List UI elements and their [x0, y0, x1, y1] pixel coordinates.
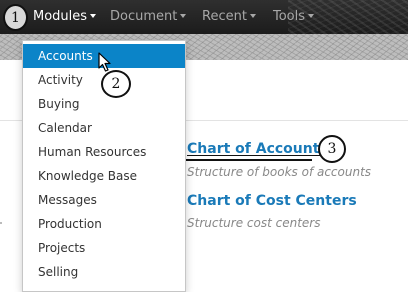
chart-of-cost-centers-link[interactable]: Chart of Cost Centers — [187, 193, 357, 209]
chevron-down-icon — [308, 14, 315, 18]
chart-of-accounts-description: Structure of books of accounts — [187, 165, 372, 179]
chevron-down-icon — [249, 14, 256, 18]
menu-item-production[interactable]: Production — [23, 212, 185, 236]
nav-tools[interactable]: Tools — [273, 9, 315, 24]
step-marker-1: 1 — [3, 4, 28, 31]
menu-item-messages[interactable]: Messages — [23, 188, 185, 212]
nav-modules[interactable]: Modules — [33, 9, 97, 24]
nav-modules-label: Modules — [33, 9, 88, 24]
edge-mark — [0, 222, 2, 224]
step-marker-2: 2 — [101, 70, 131, 98]
menu-item-projects[interactable]: Projects — [23, 236, 185, 260]
chevron-down-icon — [180, 14, 187, 18]
nav-document-label: Document — [110, 9, 178, 24]
menu-item-calendar[interactable]: Calendar — [23, 116, 185, 140]
nav-recent-label: Recent — [202, 9, 247, 24]
nav-document[interactable]: Document — [110, 9, 187, 24]
menu-item-buying[interactable]: Buying — [23, 92, 185, 116]
nav-recent[interactable]: Recent — [202, 9, 256, 24]
annotation-underline — [186, 159, 312, 161]
top-navbar: Modules Document Recent Tools — [0, 0, 408, 60]
chart-of-accounts-link[interactable]: Chart of Accounts — [187, 141, 328, 157]
menu-item-selling[interactable]: Selling — [23, 260, 185, 284]
chevron-down-icon — [90, 14, 97, 18]
menu-item-knowledge-base[interactable]: Knowledge Base — [23, 164, 185, 188]
chart-of-cost-centers-description: Structure cost centers — [187, 216, 321, 230]
nav-tools-label: Tools — [273, 9, 306, 24]
step-marker-3: 3 — [318, 135, 346, 163]
menu-item-human-resources[interactable]: Human Resources — [23, 140, 185, 164]
